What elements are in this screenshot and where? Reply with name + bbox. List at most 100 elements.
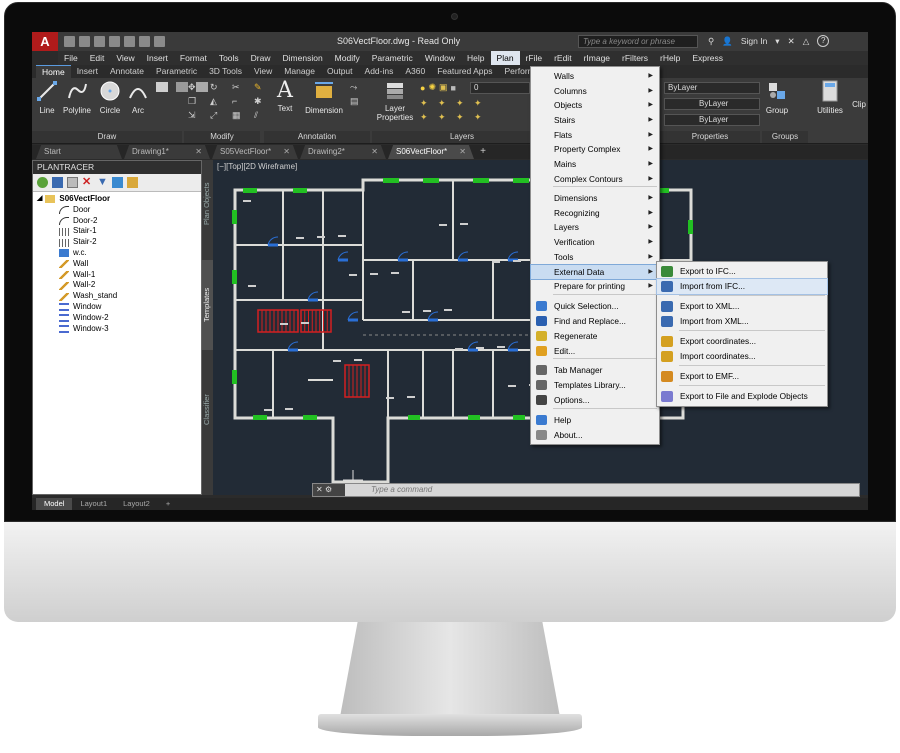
submenu-item-import-coordinates[interactable]: Import coordinates... — [657, 349, 827, 364]
layer-tool-2-icon[interactable]: ✦ — [438, 98, 450, 108]
menu-express[interactable]: Express — [686, 51, 729, 65]
plan-menu-item-flats[interactable]: Flats ▶ — [531, 128, 659, 142]
close-icon[interactable]: ✕ — [459, 145, 466, 159]
properties-icon[interactable] — [67, 177, 78, 188]
community-icon[interactable]: △ — [803, 36, 810, 47]
menu-modify[interactable]: Modify — [329, 51, 366, 65]
linetype-combo[interactable]: ByLayer — [664, 98, 760, 110]
side-tab-classifier[interactable]: Classifier — [202, 376, 213, 444]
offset-icon[interactable]: ⫽ — [254, 110, 266, 120]
submenu-item-export-coordinates[interactable]: Export coordinates... — [657, 334, 827, 349]
undo-icon[interactable] — [139, 36, 150, 47]
scale-icon[interactable]: ⤢ — [210, 110, 222, 120]
plan-menu-item-recognizing[interactable]: Recognizing ▶ — [531, 206, 659, 220]
plan-menu-item-about[interactable]: About... — [531, 428, 659, 442]
plan-menu-item-stairs[interactable]: Stairs ▶ — [531, 113, 659, 127]
submenu-item-export-to-emf[interactable]: Export to EMF... — [657, 369, 827, 384]
ribbon-tab-add-ins[interactable]: Add-ins — [359, 65, 400, 78]
menu-rhelp[interactable]: rHelp — [654, 51, 686, 65]
doc-tab-drawing1[interactable]: Drawing1* ✕ — [124, 145, 210, 159]
binoculars-icon[interactable]: ⚲ — [708, 36, 714, 47]
plan-menu-item-regenerate[interactable]: Regenerate — [531, 329, 659, 343]
tree-item-door-2[interactable]: Door-2 — [37, 216, 201, 227]
tree-item-wall[interactable]: Wall — [37, 259, 201, 270]
doc-tab-drawing2[interactable]: Drawing2* ✕ — [300, 145, 386, 159]
plan-menu-item-templates-library[interactable]: Templates Library... — [531, 378, 659, 392]
tree-item-stair-2[interactable]: Stair-2 — [37, 237, 201, 248]
sign-in-link[interactable]: Sign In — [741, 36, 767, 46]
plan-menu-item-dimensions[interactable]: Dimensions ▶ — [531, 191, 659, 205]
menu-rfile[interactable]: rFile — [520, 51, 549, 65]
mirror-icon[interactable]: ◭ — [210, 96, 222, 106]
erase-icon[interactable]: ✎ — [254, 82, 266, 92]
menu-redit[interactable]: rEdit — [548, 51, 577, 65]
color-swatch-icon[interactable]: ■ — [451, 83, 456, 93]
line-button[interactable]: Line — [34, 80, 60, 115]
redo-icon[interactable] — [154, 36, 165, 47]
new-icon[interactable] — [64, 36, 75, 47]
table-icon[interactable]: ▤ — [350, 96, 362, 106]
arc-button[interactable]: Arc — [126, 80, 150, 115]
plan-menu-item-objects[interactable]: Objects ▶ — [531, 98, 659, 112]
collapse-icon[interactable]: ◢ — [37, 194, 42, 205]
plan-menu-item-tab-manager[interactable]: Tab Manager — [531, 363, 659, 377]
menu-draw[interactable]: Draw — [245, 51, 277, 65]
menu-parametric[interactable]: Parametric — [366, 51, 419, 65]
text-button[interactable]: A Text — [274, 80, 296, 114]
array-icon[interactable]: ▦ — [232, 110, 244, 120]
new-tab-icon[interactable]: + — [476, 146, 490, 158]
search-input[interactable]: Type a keyword or phrase — [578, 35, 698, 48]
doc-tab-start[interactable]: Start — [36, 145, 122, 159]
explode-icon[interactable]: ✱ — [254, 96, 266, 106]
layer-tool-4-icon[interactable]: ✦ — [474, 98, 486, 108]
tree-item-wall-1[interactable]: Wall-1 — [37, 270, 201, 281]
color-combo[interactable]: ByLayer — [664, 82, 760, 94]
ribbon-tab-parametric[interactable]: Parametric — [150, 65, 203, 78]
ribbon-tab-annotate[interactable]: Annotate — [104, 65, 150, 78]
menu-format[interactable]: Format — [174, 51, 213, 65]
ribbon-tab-3d-tools[interactable]: 3D Tools — [203, 65, 248, 78]
plan-menu-item-walls[interactable]: Walls ▶ — [531, 69, 659, 83]
layer-tool-7-icon[interactable]: ✦ — [456, 112, 468, 122]
ribbon-tab-insert[interactable]: Insert — [71, 65, 104, 78]
layer-tool-3-icon[interactable]: ✦ — [456, 98, 468, 108]
clip-button[interactable]: Clip — [850, 100, 868, 109]
menu-help[interactable]: Help — [461, 51, 490, 65]
close-icon[interactable]: ✕ — [316, 485, 323, 494]
tree-item-wash-stand[interactable]: Wash_stand — [37, 291, 201, 302]
panel-annotation[interactable]: Annotation — [264, 131, 370, 143]
fillet-icon[interactable]: ⌐ — [232, 96, 244, 106]
panel-properties[interactable]: Properties — [660, 131, 760, 143]
layer-tool-8-icon[interactable]: ✦ — [474, 112, 486, 122]
close-icon[interactable]: ✕ — [371, 145, 378, 159]
cart-icon[interactable]: ▾ — [775, 36, 779, 47]
layer-tool-6-icon[interactable]: ✦ — [438, 112, 450, 122]
menu-dimension[interactable]: Dimension — [277, 51, 329, 65]
filter-icon[interactable]: ▼ — [97, 177, 108, 188]
plan-menu-item-columns[interactable]: Columns ▶ — [531, 84, 659, 98]
trim-icon[interactable]: ✂ — [232, 82, 244, 92]
copy-icon[interactable]: ❐ — [188, 96, 200, 106]
exchange-icon[interactable]: ✕ — [788, 36, 795, 47]
lineweight-combo[interactable]: ByLayer — [664, 114, 760, 126]
menu-file[interactable]: File — [58, 51, 84, 65]
layer-tool-1-icon[interactable]: ✦ — [420, 98, 432, 108]
add-icon[interactable] — [37, 177, 48, 188]
move-icon[interactable]: ✥ — [188, 82, 200, 92]
tree-item-stair-1[interactable]: Stair-1 — [37, 226, 201, 237]
tree-item-w-c[interactable]: w.c. — [37, 248, 201, 259]
lock-icon[interactable]: ▣ — [439, 82, 448, 93]
side-tab-templates[interactable]: Templates — [202, 260, 213, 350]
side-tab-plan-objects[interactable]: Plan Objects — [202, 168, 213, 240]
ribbon-tab-view[interactable]: View — [248, 65, 278, 78]
plan-menu-item-edit[interactable]: Edit... — [531, 344, 659, 358]
doc-tab-s06vectfloor[interactable]: S06VectFloor* ✕ — [388, 145, 474, 159]
sun-icon[interactable]: ✺ — [428, 82, 436, 93]
command-line[interactable]: ✕ ⚙ Type a command — [312, 483, 860, 497]
print-icon[interactable] — [124, 36, 135, 47]
saveas-icon[interactable] — [109, 36, 120, 47]
polyline-button[interactable]: Polyline — [60, 80, 94, 115]
layer-combo[interactable]: 0 — [470, 82, 530, 94]
ribbon-tab-output[interactable]: Output — [321, 65, 359, 78]
plan-menu-item-property-complex[interactable]: Property Complex ▶ — [531, 142, 659, 156]
